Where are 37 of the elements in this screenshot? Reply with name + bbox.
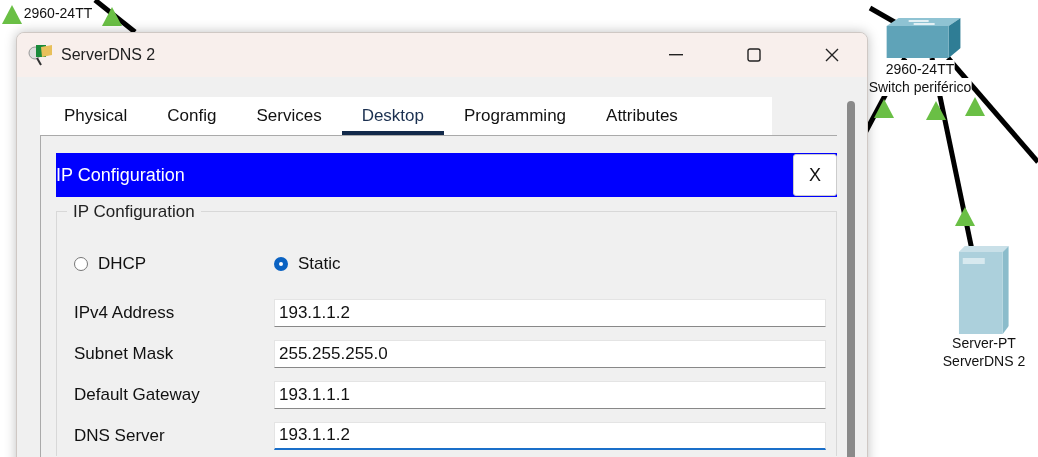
device-label: Switch periférico — [868, 78, 972, 96]
cable-line — [93, 0, 137, 34]
field-label: Default Gateway — [74, 384, 201, 405]
magnifier-icon — [27, 43, 53, 67]
field-label: Subnet Mask — [74, 343, 175, 364]
window-title: ServerDNS 2 — [61, 46, 157, 64]
input-field[interactable]: 193.1.1.2 — [274, 421, 826, 450]
field-label: DNS Server — [74, 425, 166, 446]
device-label: 2960-24TT — [885, 60, 955, 78]
radio-icon[interactable] — [74, 257, 88, 271]
close-icon — [825, 48, 839, 62]
tab[interactable]: Desktop — [341, 97, 444, 135]
tab[interactable]: Config — [147, 97, 237, 135]
link-status-icon — [955, 207, 975, 226]
radio-option[interactable]: Static — [274, 254, 474, 274]
input-field[interactable]: 193.1.1.1 — [274, 380, 826, 409]
tab[interactable]: Attributes — [586, 97, 698, 135]
link-status-icon — [926, 101, 946, 120]
tab[interactable]: Programming — [444, 97, 587, 135]
input-field[interactable]: 255.255.255.0 — [274, 339, 826, 368]
link-status-icon — [874, 99, 894, 118]
tab[interactable]: Services — [236, 97, 342, 135]
link-status-icon — [102, 7, 122, 26]
minimize-icon — [669, 54, 683, 56]
app-title: IP Configuration — [56, 164, 185, 186]
maximize-icon — [747, 48, 761, 62]
server-icon — [959, 246, 1009, 334]
close-button[interactable]: X — [793, 154, 837, 196]
link-status-icon — [2, 5, 22, 24]
field-label: IPv4 Address — [74, 302, 176, 323]
scrollbar[interactable] — [847, 101, 855, 457]
radio-option[interactable]: DHCP — [74, 254, 274, 274]
input-field[interactable]: 193.1.1.2 — [274, 298, 826, 327]
link-status-icon — [965, 97, 985, 116]
radio-icon[interactable] — [274, 257, 288, 271]
tab[interactable]: Physical — [44, 97, 148, 135]
group-title: IP Configuration — [67, 202, 201, 222]
